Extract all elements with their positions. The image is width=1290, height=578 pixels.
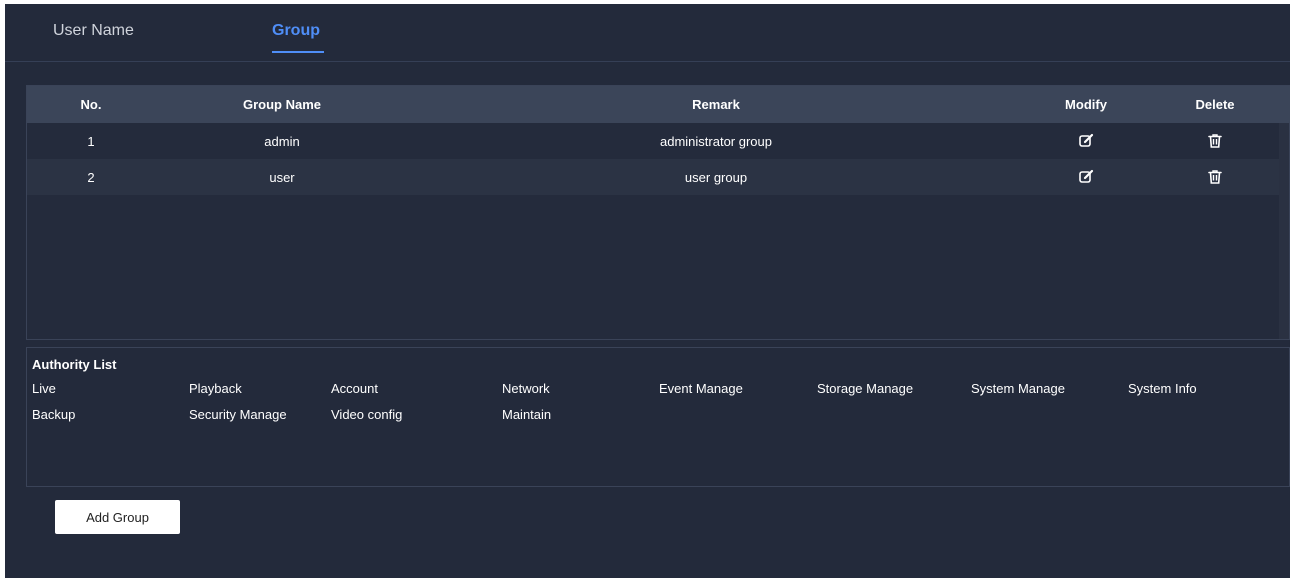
header-no: No. [80,97,102,112]
header-group-name: Group Name [242,97,322,112]
permission-item: Backup [32,407,76,422]
add-group-button[interactable]: Add Group [55,500,180,534]
tab-user-name[interactable]: User Name [53,22,134,40]
authority-list: Authority List Live Playback Account Net… [26,347,1290,487]
permission-item: System Manage [971,381,1065,396]
permission-item: Playback [189,381,242,396]
tab-group[interactable]: Group [272,22,320,40]
permission-item: System Info [1128,381,1197,396]
table-scrollbar[interactable] [1279,123,1289,339]
cell-group-name: user [269,170,295,185]
table-header: No. Group Name Remark Modify Delete [27,86,1290,123]
permission-item: Maintain [502,407,552,422]
edit-icon[interactable] [1077,132,1095,150]
table-row[interactable]: 1 admin administrator group [27,123,1279,159]
cell-group-name: admin [264,134,300,149]
tab-bar: User Name Group [5,4,1290,62]
group-table: No. Group Name Remark Modify Delete 1 ad… [26,85,1290,340]
permission-item: Storage Manage [817,381,914,396]
permission-item: Account [331,381,378,396]
cell-no: 1 [87,134,95,149]
group-settings-panel: User Name Group No. Group Name Remark Mo… [5,4,1290,578]
cell-remark: user group [684,170,748,185]
header-delete: Delete [1195,97,1235,112]
permission-item: Live [32,381,56,396]
permission-item: Video config [331,407,403,422]
header-remark: Remark [692,97,740,112]
edit-icon[interactable] [1077,168,1095,186]
permission-item: Event Manage [659,381,743,396]
permission-item: Network [502,381,550,396]
cell-remark: administrator group [660,134,772,149]
authority-list-title: Authority List [32,357,117,372]
cell-no: 2 [87,170,95,185]
header-modify: Modify [1065,97,1107,112]
trash-icon[interactable] [1206,168,1224,186]
active-tab-indicator [272,51,324,53]
permission-item: Security Manage [189,407,287,422]
trash-icon[interactable] [1206,132,1224,150]
table-row[interactable]: 2 user user group [27,159,1279,195]
